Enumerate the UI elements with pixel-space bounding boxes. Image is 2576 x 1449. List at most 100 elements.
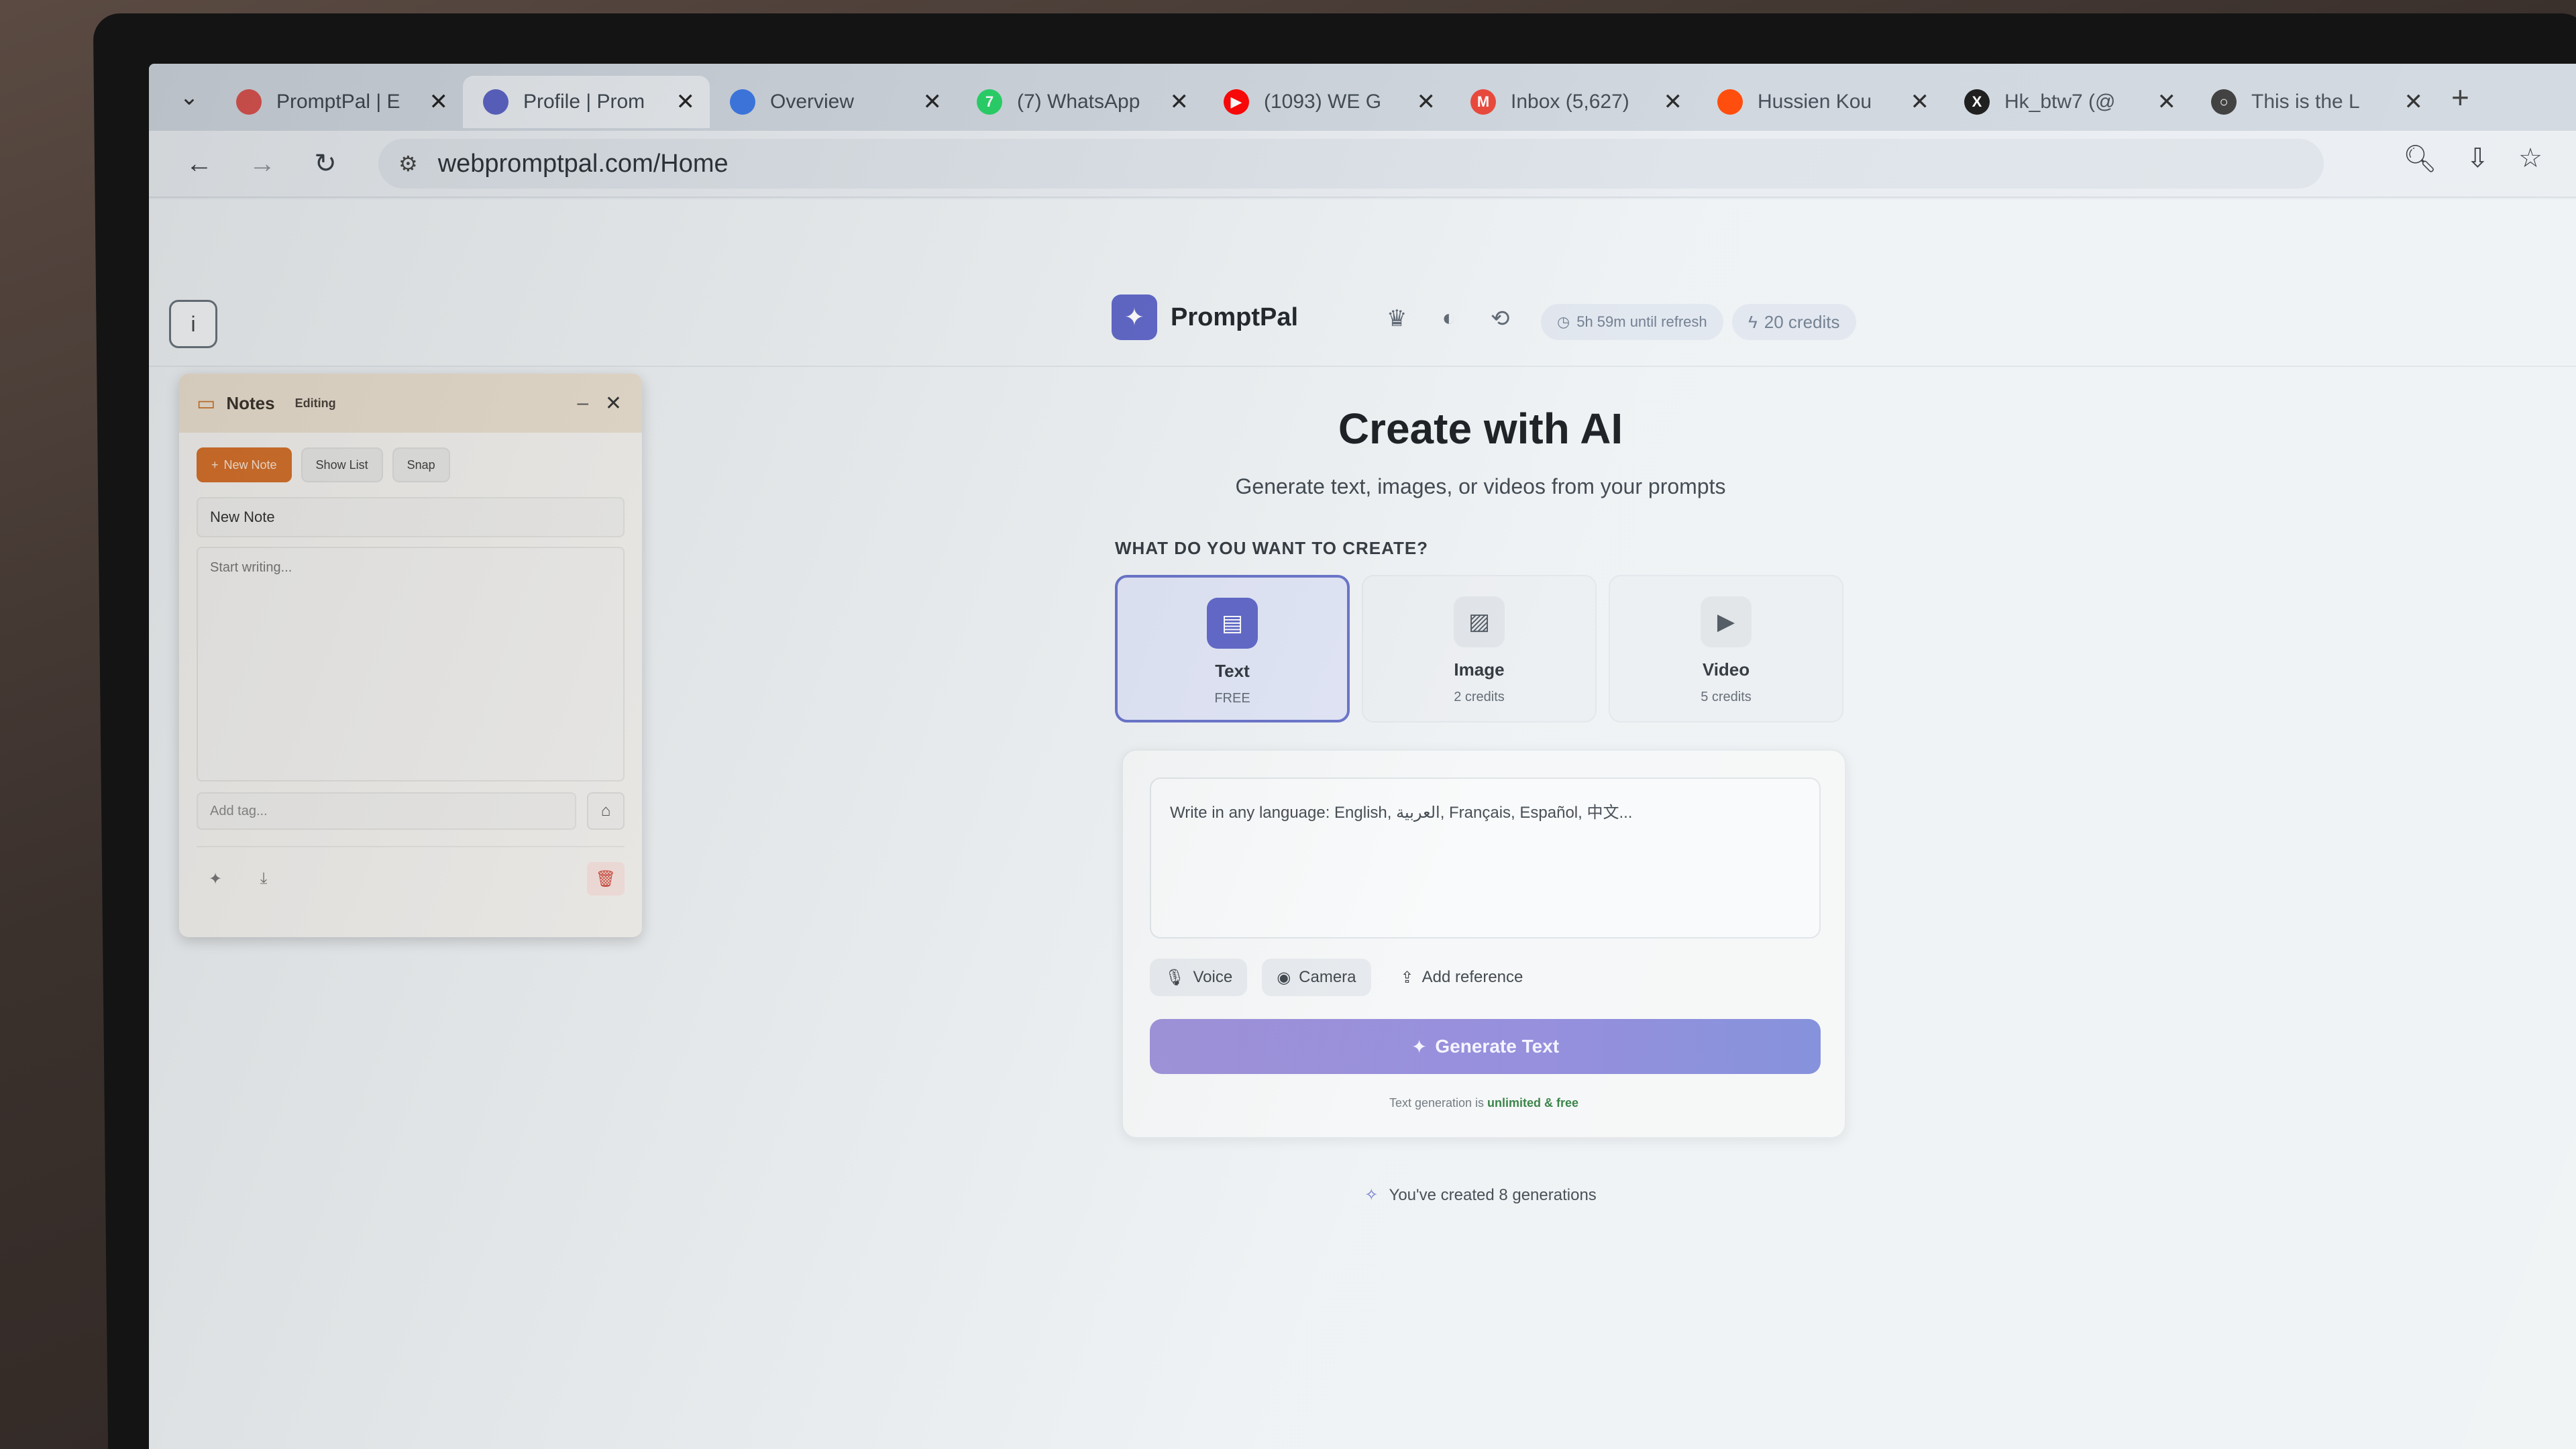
type-cost: FREE: [1214, 691, 1250, 706]
install-app-icon[interactable]: ⇩: [2467, 143, 2489, 174]
sparkle-icon: ✦: [1411, 1036, 1428, 1057]
prompt-input[interactable]: Write in any language: English, العربية,…: [1150, 777, 1821, 938]
microphone-icon: 🎙︎: [1165, 968, 1185, 987]
zoom-icon[interactable]: 🔍︎: [2403, 143, 2437, 174]
browser-tab[interactable]: PromptPal | E ✕: [216, 76, 463, 128]
browser-tab[interactable]: M Inbox (5,627) ✕: [1450, 76, 1697, 128]
trash-icon[interactable]: 🗑︎: [587, 862, 625, 896]
notes-header[interactable]: ▭ Notes Editing – ✕: [179, 374, 642, 433]
tab-close-icon[interactable]: ✕: [1170, 89, 1189, 115]
url-field[interactable]: ⚙ webpromptpal.com/Home: [378, 139, 2324, 189]
tab-title: Hk_btw7 (@: [2004, 91, 2116, 113]
minimize-icon[interactable]: –: [577, 392, 588, 415]
tab-search-chevron-icon[interactable]: ⌄: [169, 77, 209, 117]
voice-button[interactable]: 🎙︎ Voice: [1150, 959, 1248, 996]
new-note-label: New Note: [223, 458, 277, 472]
type-name: Image: [1454, 659, 1505, 680]
credits-text: 20 credits: [1764, 311, 1840, 332]
upload-icon: ⇪: [1400, 968, 1414, 987]
type-name: Text: [1215, 661, 1250, 681]
credits-badge[interactable]: ϟ 20 credits: [1732, 304, 1856, 340]
camera-icon: ◉: [1277, 968, 1291, 987]
prompt-panel: Write in any language: English, العربية,…: [1122, 749, 1846, 1138]
camera-label: Camera: [1299, 968, 1356, 986]
video-icon: ▶: [1701, 596, 1752, 647]
sparkle-logo-icon: ✦: [1112, 294, 1157, 340]
type-card-text[interactable]: ▤ Text FREE: [1115, 575, 1350, 722]
generation-note-highlight: unlimited & free: [1487, 1096, 1579, 1110]
note-title-field[interactable]: New Note: [197, 497, 625, 537]
tab-favicon-icon: ○: [2211, 89, 2237, 115]
snap-button[interactable]: Snap: [392, 447, 450, 482]
bolt-icon: ϟ: [1748, 311, 1758, 332]
tab-title: Profile | Prom: [523, 91, 645, 113]
tab-favicon-icon: ▶: [1224, 89, 1249, 115]
tab-close-icon[interactable]: ✕: [429, 89, 449, 115]
history-icon[interactable]: ⟲: [1491, 305, 1510, 332]
tab-close-icon[interactable]: ✕: [1417, 89, 1436, 115]
browser-window: ⌄ PromptPal | E ✕ Profile | Prom ✕ Overview ✕…: [149, 64, 2576, 1449]
generation-note: Text generation is unlimited & free: [1123, 1096, 1845, 1110]
voice-label: Voice: [1193, 968, 1233, 986]
browser-tab[interactable]: Hussien Kou ✕: [1697, 76, 1944, 128]
page-title: Create with AI: [1338, 405, 1623, 453]
notes-status: Editing: [294, 396, 336, 410]
generations-count-text: You've created 8 generations: [1389, 1186, 1597, 1204]
tab-close-icon[interactable]: ✕: [676, 89, 696, 115]
add-reference-label: Add reference: [1421, 968, 1523, 986]
tab-close-icon[interactable]: ✕: [923, 89, 943, 115]
prompt-placeholder: Write in any language: English, العربية,…: [1170, 804, 1633, 822]
download-icon[interactable]: ⤓: [245, 862, 282, 896]
reload-button[interactable]: ↻: [302, 140, 349, 187]
tab-title: (1093) WE G: [1264, 91, 1382, 113]
tab-title: This is the L: [2251, 91, 2360, 113]
add-reference-button[interactable]: ⇪ Add reference: [1386, 959, 1538, 996]
bookmark-star-icon[interactable]: ☆: [2518, 143, 2542, 174]
type-cost: 2 credits: [1454, 690, 1505, 704]
type-selector: ▤ Text FREE ▨ Image 2 credits ▶ Video 5 credits: [1115, 575, 1846, 722]
app-header: ✦ PromptPal ♛ ◐ ⟲ ◷ 5h 59m until refresh…: [149, 280, 2576, 367]
tab-favicon-icon: [730, 89, 755, 115]
forward-button[interactable]: →: [239, 140, 286, 187]
show-list-button[interactable]: Show List: [301, 447, 383, 482]
camera-button[interactable]: ◉ Camera: [1262, 959, 1371, 996]
tab-title: Inbox (5,627): [1511, 91, 1629, 113]
tag-icon[interactable]: ⌂: [587, 792, 625, 830]
note-body-placeholder: Start writing...: [210, 560, 292, 575]
new-tab-button[interactable]: +: [2451, 79, 2469, 115]
tab-close-icon[interactable]: ✕: [2404, 89, 2424, 115]
generation-note-prefix: Text generation is: [1389, 1096, 1488, 1110]
tab-title: Hussien Kou: [1758, 91, 1872, 113]
tag-input[interactable]: Add tag...: [197, 792, 576, 830]
back-button[interactable]: ←: [176, 140, 223, 187]
sparkle-icon[interactable]: ✦: [197, 862, 234, 896]
browser-tab[interactable]: Profile | Prom ✕: [463, 76, 710, 128]
note-title-value: New Note: [210, 508, 275, 525]
site-settings-icon[interactable]: ⚙: [398, 151, 418, 176]
tab-favicon-icon: M: [1470, 89, 1496, 115]
generate-button[interactable]: ✦ Generate Text: [1150, 1019, 1821, 1074]
tab-close-icon[interactable]: ✕: [1911, 89, 1930, 115]
note-icon: ▭: [197, 392, 216, 415]
tab-close-icon[interactable]: ✕: [1664, 89, 1683, 115]
tab-close-icon[interactable]: ✕: [2157, 89, 2177, 115]
plus-icon: +: [211, 458, 219, 472]
palette-icon[interactable]: ◐: [1442, 305, 1456, 332]
new-note-button[interactable]: + New Note: [197, 447, 292, 482]
browser-tab[interactable]: ▶ (1093) WE G ✕: [1203, 76, 1450, 128]
crown-icon[interactable]: ♛: [1387, 305, 1407, 332]
brand[interactable]: ✦ PromptPal: [1112, 294, 1298, 340]
tab-title: (7) WhatsApp: [1017, 91, 1140, 113]
type-cost: 5 credits: [1701, 690, 1752, 704]
browser-tab[interactable]: 7 (7) WhatsApp ✕: [957, 76, 1203, 128]
type-card-image[interactable]: ▨ Image 2 credits: [1362, 575, 1597, 722]
browser-tab[interactable]: X Hk_btw7 (@ ✕: [1944, 76, 2191, 128]
type-card-video[interactable]: ▶ Video 5 credits: [1609, 575, 1843, 722]
refresh-timer-badge: ◷ 5h 59m until refresh: [1541, 304, 1723, 340]
browser-tab[interactable]: Overview ✕: [710, 76, 957, 128]
close-icon[interactable]: ✕: [605, 392, 622, 415]
brand-name: PromptPal: [1171, 303, 1299, 331]
info-icon[interactable]: i: [169, 300, 217, 348]
browser-tab[interactable]: ○ This is the L ✕: [2191, 76, 2438, 128]
note-body-field[interactable]: Start writing...: [197, 547, 625, 782]
